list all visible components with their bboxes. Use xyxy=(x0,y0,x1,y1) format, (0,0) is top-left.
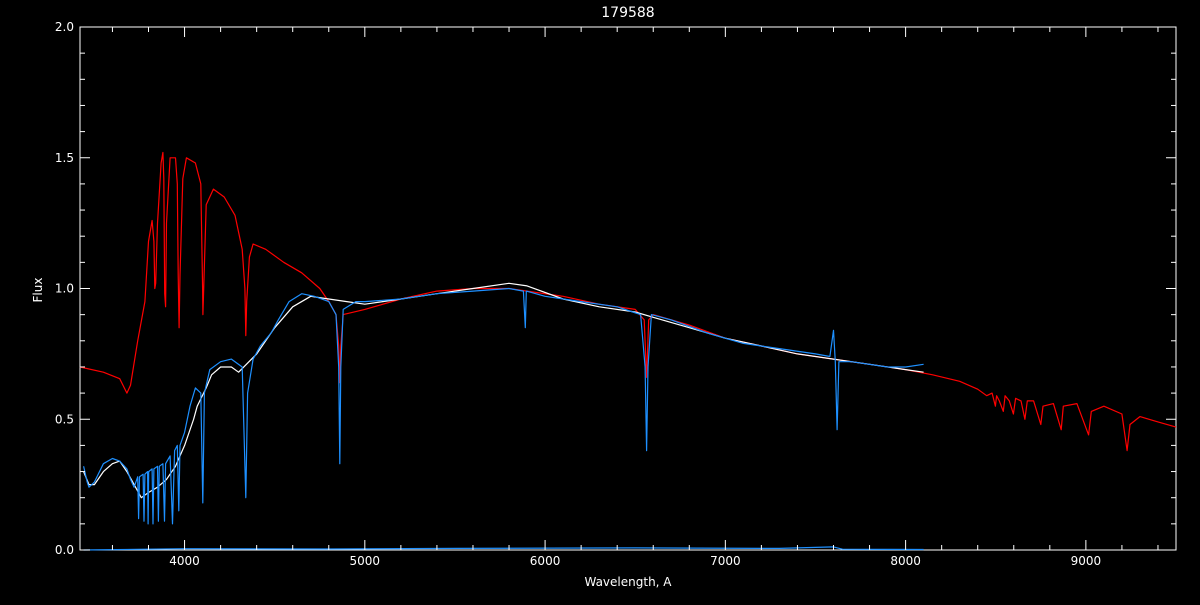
chart-svg: 4000 5000 6000 7000 8000 90000.00.51.01.52.0 … xyxy=(31,5,1177,589)
x-tick-label: 5000 xyxy=(350,554,381,568)
x-tick-label: 6000 xyxy=(530,554,561,568)
series-layer xyxy=(79,151,1177,551)
ticks-layer: 4000 5000 6000 7000 8000 9000 0.0 0.5 1.0 1.5 2.0 xyxy=(55,20,1176,568)
y-tick-label: 0.5 xyxy=(55,412,74,426)
x-axis-label: Wavelength, A xyxy=(584,575,672,589)
chart-title: 179588 xyxy=(601,5,654,21)
spectrum-series-0 xyxy=(79,151,1177,452)
y-tick-label: 1.0 xyxy=(55,282,74,296)
spectrum-series-2 xyxy=(83,287,924,525)
x-tick-label: 8000 xyxy=(890,554,921,568)
spectrum-series-1 xyxy=(83,282,924,499)
y-tick-label: 0.0 xyxy=(55,543,74,557)
spectrum-chart: 4000 5000 6000 7000 8000 9000 0.0 0.5 1.0 1.5 2.0 … xyxy=(0,0,1200,600)
y-axis-label: Flux xyxy=(31,278,45,303)
y-tick-label: 2.0 xyxy=(55,20,74,34)
x-tick-label: 4000 xyxy=(169,554,200,568)
x-tick-label: 7000 xyxy=(710,554,741,568)
y-tick-label: 1.5 xyxy=(55,151,74,165)
x-tick-label: 9000 xyxy=(1071,554,1102,568)
